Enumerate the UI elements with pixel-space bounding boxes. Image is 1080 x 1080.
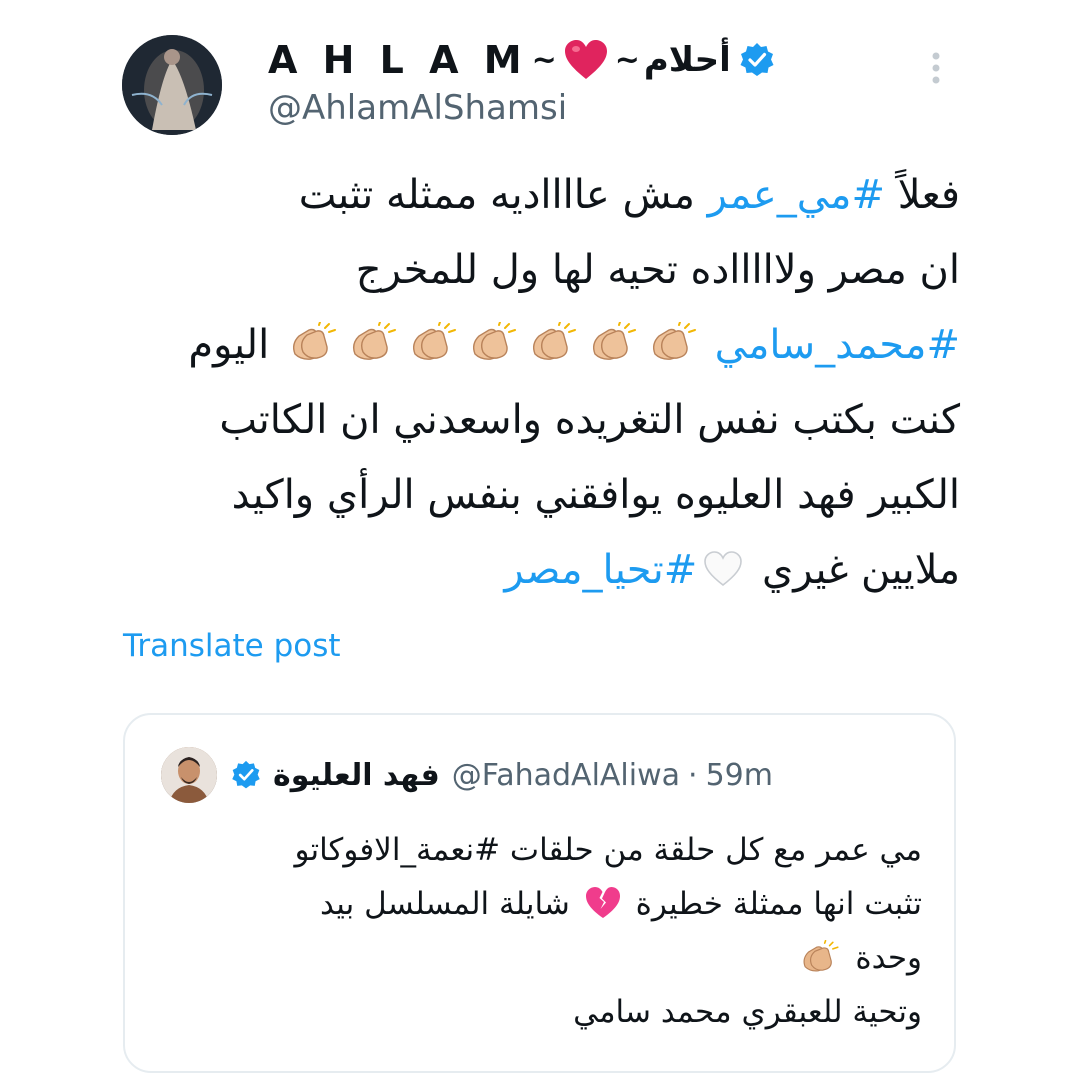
verified-badge-icon <box>739 42 775 78</box>
quoted-tweet-text: مي عمر مع كل حلقة من حلقات #نعمة_الافوكا… <box>162 823 922 1039</box>
author-avatar[interactable] <box>122 35 222 135</box>
clapping-hands-row <box>282 321 702 368</box>
separator-dot: · <box>688 757 698 793</box>
quoted-line-3: وحدة <box>162 931 922 985</box>
clapping-hands-icon <box>405 312 459 360</box>
red-heart-icon <box>563 39 609 81</box>
tweet-text: فعلاً #مي_عمر مش عااااديه ممثله تثبت ان … <box>110 158 960 608</box>
tweet-line-4: كنت بكتب نفس التغريده واسعدني ان الكاتب <box>219 397 960 443</box>
author-display-name-latin[interactable]: A H L A M <box>268 38 528 82</box>
clapping-hands-icon <box>285 312 339 360</box>
quoted-verified-badge-icon <box>231 760 261 790</box>
name-decoration-tilde: ~ <box>531 42 557 78</box>
broken-heart-icon <box>584 883 622 918</box>
clapping-hands-icon <box>525 312 579 360</box>
clapping-hands-icon <box>585 312 639 360</box>
clapping-hands-icon <box>645 312 699 360</box>
quoted-text-segment: وحدة <box>845 940 922 976</box>
author-display-name-arabic[interactable]: أحلام <box>644 40 731 80</box>
quoted-text-segment: شايلة المسلسل بيد <box>319 886 580 922</box>
quoted-author-handle[interactable]: @FahadAlAliwa <box>452 758 680 793</box>
quoted-line-1: مي عمر مع كل حلقة من حلقات #نعمة_الافوكا… <box>294 832 922 868</box>
tweet-text-segment: فعلاً <box>885 172 960 218</box>
tweet-line-3: #محمد_سامي اليوم <box>110 308 960 383</box>
tweet-text-segment: مش عااااديه ممثله تثبت <box>298 172 708 218</box>
name-decoration-tilde-right: ~ <box>614 42 640 78</box>
hashtag-link[interactable]: #محمد_سامي <box>715 322 960 368</box>
quoted-line-4: وتحية للعبقري محمد سامي <box>573 994 922 1030</box>
more-options-icon[interactable] <box>928 50 944 86</box>
clapping-hands-icon <box>345 312 399 360</box>
clapping-hands-icon <box>797 937 841 972</box>
hashtag-link[interactable]: #مي_عمر <box>708 172 885 218</box>
author-handle[interactable]: @AhlamAlShamsi <box>268 88 567 128</box>
clapping-hands-icon <box>465 312 519 360</box>
quoted-text-segment: تثبت انها ممثلة خطيرة <box>625 886 922 922</box>
quoted-tweet-header: فهد العليوة @FahadAlAliwa · 59m <box>161 745 773 805</box>
tweet-line-5: الكبير فهد العليوه يوافقني بنفس الرأي وا… <box>231 472 960 518</box>
avatar-photo-icon <box>122 35 222 135</box>
quoted-line-2: تثبت انها ممثلة خطيرة شايلة المسلسل بيد <box>162 877 922 931</box>
tweet-text-segment: اليوم <box>188 322 282 368</box>
tweet-line-1: فعلاً #مي_عمر مش عااااديه ممثله تثبت <box>110 158 960 233</box>
hashtag-link[interactable]: #تحيا_مصر <box>504 547 697 593</box>
tweet-line-6: ملايين غيري #تحيا_مصر <box>110 533 960 608</box>
quoted-tweet-card[interactable]: فهد العليوة @FahadAlAliwa · 59m مي عمر م… <box>123 713 956 1073</box>
tweet-line-2: ان مصر ولاااااده تحيه لها ول للمخرج <box>355 247 960 293</box>
white-heart-icon <box>703 537 743 587</box>
quoted-tweet-time[interactable]: 59m <box>706 758 773 793</box>
quoted-author-name[interactable]: فهد العليوة <box>273 758 440 793</box>
tweet-text-segment: ملايين غيري <box>749 547 960 593</box>
author-name-row[interactable]: A H L A M ~ ~ أحلام <box>268 32 774 88</box>
quoted-author-avatar[interactable] <box>161 747 217 803</box>
translate-post-link[interactable]: Translate post <box>123 628 341 664</box>
quoted-avatar-photo-icon <box>161 747 217 803</box>
